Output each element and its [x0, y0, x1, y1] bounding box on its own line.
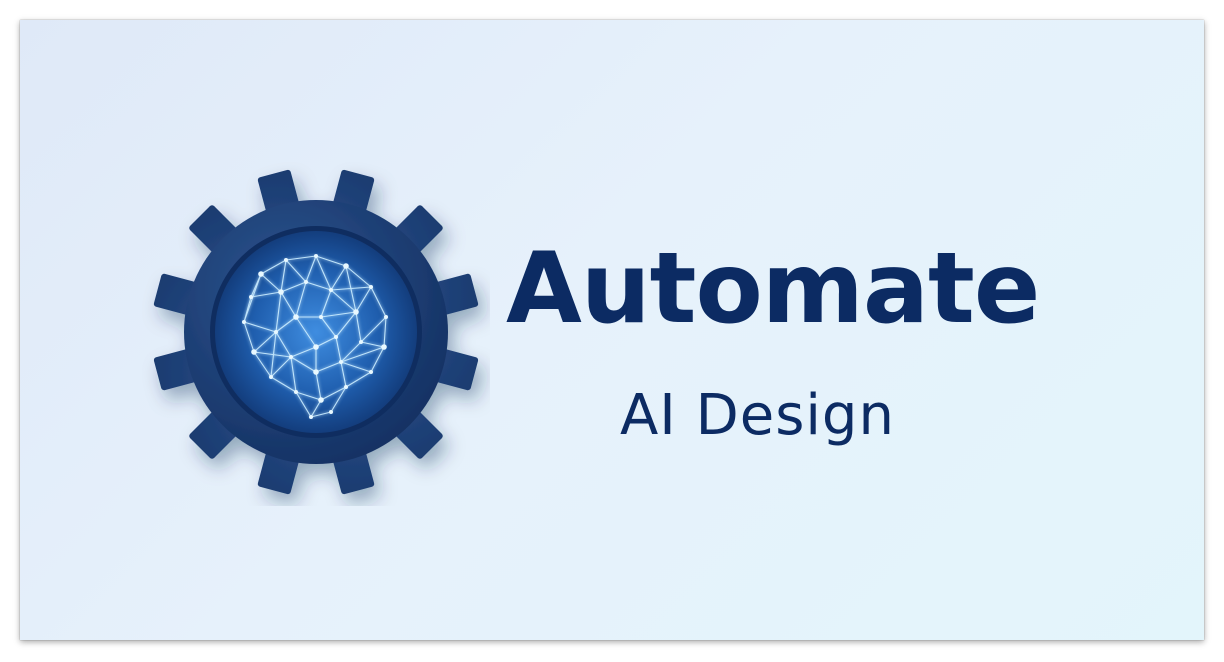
logo-subtitle: AI Design — [620, 383, 895, 448]
logo-canvas: Automate AI Design — [20, 20, 1204, 640]
gear-brain-icon — [153, 169, 479, 495]
logo-title: Automate — [506, 232, 1040, 346]
